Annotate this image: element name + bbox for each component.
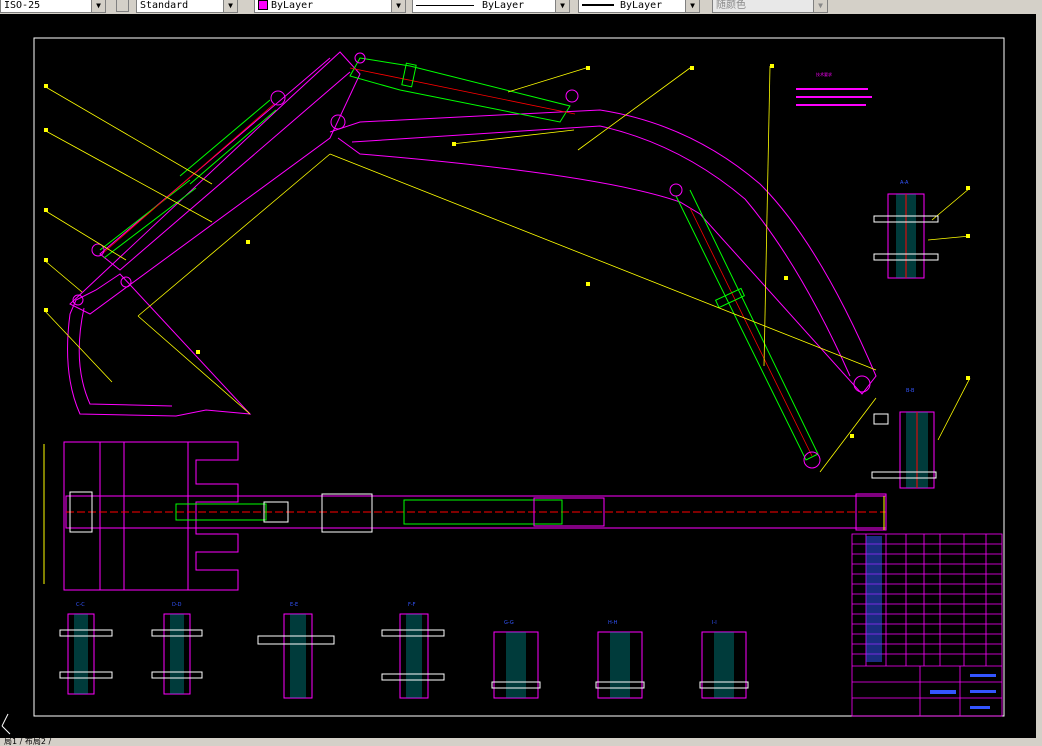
color-swatch-icon xyxy=(258,0,268,10)
chevron-down-icon: ▼ xyxy=(91,0,105,12)
section-label: F-F xyxy=(408,602,416,608)
technical-notes: 技术要求 xyxy=(796,71,872,106)
color-dropdown[interactable]: ByLayer ▼ xyxy=(254,0,406,13)
lineweight-value: ByLayer xyxy=(620,0,663,11)
linetype-sample-icon xyxy=(416,4,474,6)
ucs-icon xyxy=(1,713,11,735)
chevron-down-icon: ▼ xyxy=(555,0,569,12)
chevron-down-icon: ▼ xyxy=(223,0,237,12)
plotstyle-value: 随颜色 xyxy=(716,0,746,11)
chevron-down-icon: ▼ xyxy=(813,0,827,12)
layout-tabs[interactable]: 局1 / 布局2 / xyxy=(0,738,1042,746)
section-details-bottom: C-C D-D E-E F-F G-G H-H I-I xyxy=(59,602,749,699)
lineweight-dropdown[interactable]: ByLayer ▼ xyxy=(578,0,700,13)
section-details-right: A-A B-B xyxy=(871,180,939,489)
dimstyle-dropdown[interactable]: ISO-25 ▼ xyxy=(0,0,106,13)
cad-drawing[interactable]: 技术要求 A-A B-B C-C D-D E-E F-F G-G H-H I-I xyxy=(0,14,1042,738)
section-label: A-A xyxy=(900,180,909,186)
properties-toolbar: ISO-25 ▼ Standard ▼ ByLayer ▼ ByLayer ▼ … xyxy=(0,0,1042,15)
color-value: ByLayer xyxy=(271,0,314,11)
notes-title: 技术要求 xyxy=(816,71,832,77)
linetype-value: ByLayer xyxy=(482,0,525,11)
chevron-down-icon: ▼ xyxy=(685,0,699,12)
title-block xyxy=(851,533,1003,717)
chevron-down-icon: ▼ xyxy=(391,0,405,12)
drawing-canvas[interactable]: 技术要求 A-A B-B C-C D-D E-E F-F G-G H-H I-I xyxy=(0,14,1042,738)
lineweight-sample-icon xyxy=(582,4,614,6)
vertical-scrollbar[interactable] xyxy=(1036,14,1042,738)
section-label: E-E xyxy=(290,602,298,608)
dimstyle-value: ISO-25 xyxy=(4,0,41,11)
section-label: C-C xyxy=(76,602,85,608)
section-label: D-D xyxy=(172,602,182,608)
plotstyle-dropdown[interactable]: 随颜色 ▼ xyxy=(712,0,828,13)
textstyle-value: Standard xyxy=(140,0,189,11)
excavator-plan-view xyxy=(43,441,887,591)
section-label: H-H xyxy=(608,620,618,626)
section-label: B-B xyxy=(906,388,915,394)
section-label: G-G xyxy=(504,620,514,626)
text-style-icon[interactable] xyxy=(116,0,129,12)
textstyle-dropdown[interactable]: Standard ▼ xyxy=(136,0,238,13)
excavator-side-view xyxy=(43,51,971,473)
linetype-dropdown[interactable]: ByLayer ▼ xyxy=(412,0,570,13)
section-label: I-I xyxy=(712,620,717,626)
layout-tab-label[interactable]: 局1 / 布局2 / xyxy=(0,738,51,746)
